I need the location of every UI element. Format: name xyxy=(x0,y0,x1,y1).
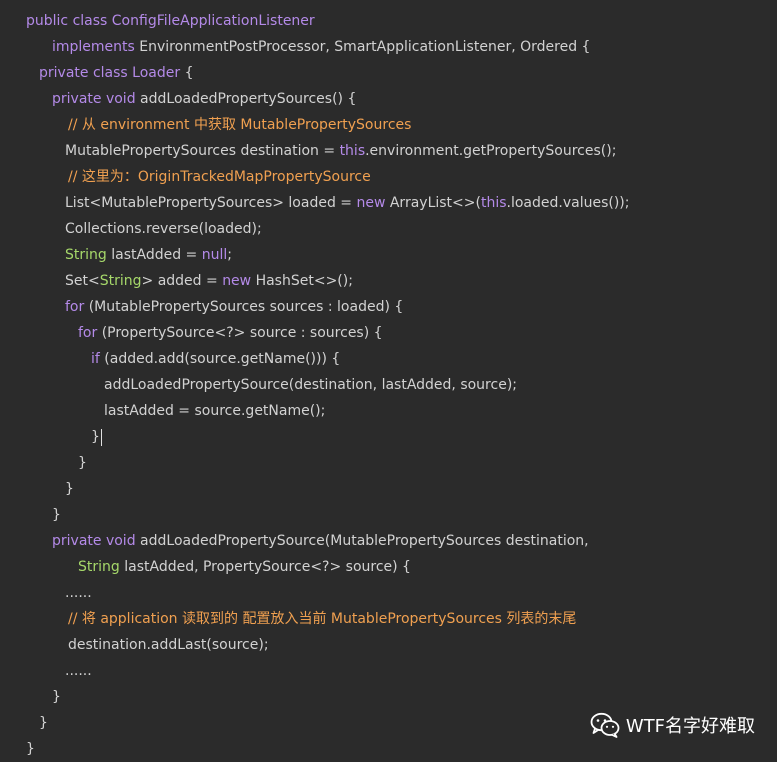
code-text: addLoadedPropertySources() { xyxy=(140,91,357,107)
code-line: public class ConfigFileApplicationListen… xyxy=(0,8,777,34)
keyword: new xyxy=(222,273,252,289)
code-line: destination.addLast(source); xyxy=(0,632,777,658)
keyword: this xyxy=(339,143,366,159)
code-line: ...... xyxy=(0,658,777,684)
code-text: addLoadedPropertySource(MutablePropertyS… xyxy=(140,533,589,549)
code-line: if (added.add(source.getName())) { xyxy=(0,346,777,372)
watermark: WTF名字好难取 xyxy=(590,712,755,738)
code-line: MutablePropertySources destination = thi… xyxy=(0,138,777,164)
type-name: String xyxy=(65,247,107,263)
code-text: ...... xyxy=(65,663,92,679)
code-text: } xyxy=(52,507,61,523)
class-name: ConfigFileApplicationListener xyxy=(111,13,315,29)
code-line: private void addLoadedPropertySource(Mut… xyxy=(0,528,777,554)
code-line: ...... xyxy=(0,580,777,606)
code-text: } xyxy=(39,715,48,731)
code-text: MutablePropertySources destination = xyxy=(65,143,340,159)
text-cursor xyxy=(100,428,102,446)
code-line: private void addLoadedPropertySources() … xyxy=(0,86,777,112)
keyword: implements xyxy=(52,39,135,55)
code-text: (MutablePropertySources sources : loaded… xyxy=(84,299,404,315)
wechat-icon xyxy=(590,712,620,738)
code-text: lastAdded = xyxy=(106,247,202,263)
code-text: List<MutablePropertySources> loaded = xyxy=(65,195,357,211)
code-editor[interactable]: public class ConfigFileApplicationListen… xyxy=(0,8,777,762)
type-name: String xyxy=(99,273,142,289)
code-line: List<MutablePropertySources> loaded = ne… xyxy=(0,190,777,216)
code-line: } xyxy=(0,502,777,528)
code-comment: // 这里为：OriginTrackedMapPropertySource xyxy=(68,169,371,185)
keyword: null xyxy=(201,247,228,263)
code-line: addLoadedPropertySource(destination, las… xyxy=(0,372,777,398)
code-comment: // 将 application 读取到的 配置放入当前 MutableProp… xyxy=(68,611,577,627)
code-text: addLoadedPropertySource(destination, las… xyxy=(104,377,517,393)
code-text: destination.addLast(source); xyxy=(68,637,269,653)
code-line: } xyxy=(0,424,777,450)
code-line: for (MutablePropertySources sources : lo… xyxy=(0,294,777,320)
code-text: ArrayList<>( xyxy=(385,195,481,211)
code-line: // 将 application 读取到的 配置放入当前 MutableProp… xyxy=(0,606,777,632)
code-text: Set< xyxy=(65,273,100,289)
keyword: public class xyxy=(26,13,108,29)
code-line: String lastAdded = null; xyxy=(0,242,777,268)
code-line: lastAdded = source.getName(); xyxy=(0,398,777,424)
code-text: ...... xyxy=(65,585,92,601)
code-line: Collections.reverse(loaded); xyxy=(0,216,777,242)
code-line: } xyxy=(0,450,777,476)
code-line: private class Loader { xyxy=(0,60,777,86)
code-line: String lastAdded, PropertySource<?> sour… xyxy=(0,554,777,580)
keyword: private void xyxy=(52,533,136,549)
code-line: for (PropertySource<?> source : sources)… xyxy=(0,320,777,346)
code-text: lastAdded, PropertySource<?> source) { xyxy=(119,559,411,575)
code-text: { xyxy=(180,65,194,81)
keyword: this xyxy=(480,195,507,211)
code-comment: // 从 environment 中获取 MutablePropertySour… xyxy=(68,117,412,133)
code-text: .environment.getPropertySources(); xyxy=(365,143,617,159)
code-text: (added.add(source.getName())) { xyxy=(99,351,341,367)
code-text: EnvironmentPostProcessor, SmartApplicati… xyxy=(139,39,591,55)
keyword: for xyxy=(65,299,85,315)
class-name: Loader xyxy=(132,65,181,81)
code-text: > added = xyxy=(141,273,223,289)
code-text: lastAdded = source.getName(); xyxy=(104,403,326,419)
code-text: } xyxy=(52,689,61,705)
code-line: // 从 environment 中获取 MutablePropertySour… xyxy=(0,112,777,138)
code-text: } xyxy=(26,741,35,757)
code-line: } xyxy=(0,736,777,762)
code-line: } xyxy=(0,684,777,710)
code-text: .loaded.values()); xyxy=(506,195,630,211)
keyword: for xyxy=(78,325,98,341)
keyword: if xyxy=(91,351,100,367)
code-text: ; xyxy=(227,247,232,263)
code-text: (PropertySource<?> source : sources) { xyxy=(97,325,383,341)
keyword: private class xyxy=(39,65,128,81)
type-name: String xyxy=(78,559,120,575)
code-line: Set<String> added = new HashSet<>(); xyxy=(0,268,777,294)
code-line: implements EnvironmentPostProcessor, Sma… xyxy=(0,34,777,60)
code-text: HashSet<>(); xyxy=(251,273,353,289)
code-line: } xyxy=(0,476,777,502)
code-line: // 这里为：OriginTrackedMapPropertySource xyxy=(0,164,777,190)
keyword: new xyxy=(356,195,386,211)
code-text: } xyxy=(65,481,74,497)
code-text: } xyxy=(91,429,100,445)
watermark-text: WTF名字好难取 xyxy=(625,716,755,737)
code-text: } xyxy=(78,455,87,471)
code-text: Collections.reverse(loaded); xyxy=(65,221,262,237)
keyword: private void xyxy=(52,91,136,107)
